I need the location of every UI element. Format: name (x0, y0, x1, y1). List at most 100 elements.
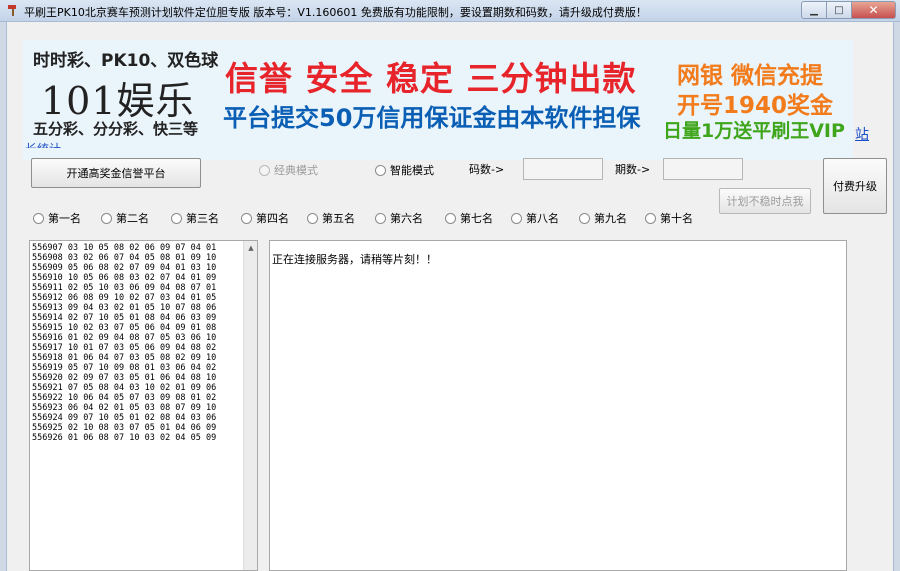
history-numbers: 10 06 04 05 07 03 09 08 01 02 (62, 393, 217, 403)
history-numbers: 06 04 02 01 05 03 08 07 09 10 (62, 403, 217, 413)
position-radio-8[interactable]: 第八名 (511, 210, 559, 226)
minimize-button[interactable]: ▁ (801, 1, 827, 19)
history-numbers: 01 06 04 07 03 05 08 02 09 10 (62, 353, 217, 363)
radio-dot (579, 212, 590, 224)
position-radio-4[interactable]: 第四名 (241, 210, 289, 226)
radio-dot (375, 164, 386, 176)
position-label: 第五名 (322, 212, 355, 225)
position-radio-1[interactable]: 第一名 (33, 210, 81, 226)
history-numbers: 09 04 03 02 01 05 10 07 08 06 (62, 303, 217, 313)
history-period: 556915 (32, 323, 63, 333)
radio-dot (645, 212, 656, 224)
position-radio-group: 第一名 第二名 第三名 第四名 第五名 第六名 第七名 第八名 第九名 第十名 (7, 210, 727, 226)
radio-dot (33, 212, 44, 224)
open-platform-button[interactable]: 开通高奖金信誉平台 (31, 158, 201, 188)
position-label: 第六名 (390, 212, 423, 225)
history-row: 556922 10 06 04 05 07 03 09 08 01 02 (32, 393, 242, 403)
radio-dot (259, 164, 270, 176)
history-row: 556909 05 06 08 02 07 09 04 01 03 10 (32, 263, 242, 273)
history-period: 556918 (32, 353, 63, 363)
stats-link[interactable]: 长统计 (25, 140, 61, 148)
radio-dot (375, 212, 386, 224)
position-radio-5[interactable]: 第五名 (307, 210, 355, 226)
scroll-up-arrow-icon[interactable]: ▲ (244, 241, 258, 255)
close-button[interactable]: ✕ (852, 1, 896, 19)
history-period: 556910 (32, 273, 63, 283)
history-row: 556907 03 10 05 08 02 06 09 07 04 01 (32, 243, 242, 253)
history-period: 556909 (32, 263, 63, 273)
position-label: 第四名 (256, 212, 289, 225)
history-numbers: 03 10 05 08 02 06 09 07 04 01 (62, 243, 217, 253)
history-period: 556907 (32, 243, 63, 253)
radio-dot (307, 212, 318, 224)
history-period: 556919 (32, 363, 63, 373)
history-row: 556918 01 06 04 07 03 05 08 02 09 10 (32, 353, 242, 363)
position-label: 第七名 (460, 212, 493, 225)
period-count-label: 期数-> (615, 163, 651, 176)
history-numbers: 02 10 08 03 07 05 01 04 06 09 (62, 423, 217, 433)
position-radio-6[interactable]: 第六名 (375, 210, 423, 226)
history-period: 556916 (32, 333, 63, 343)
position-label: 第十名 (660, 212, 693, 225)
history-row: 556914 02 07 10 05 01 08 04 06 03 09 (32, 313, 242, 323)
code-count-input[interactable] (523, 158, 603, 180)
history-period: 556921 (32, 383, 63, 393)
site-link[interactable]: 站 (855, 124, 869, 144)
history-numbers: 09 07 10 05 01 02 08 04 03 06 (62, 413, 217, 423)
position-label: 第三名 (186, 212, 219, 225)
banner-line3: 五分彩、分分彩、快三等 (33, 120, 199, 138)
position-radio-9[interactable]: 第九名 (579, 210, 627, 226)
main-window: 时时彩、PK10、双色球 101娱乐 五分彩、分分彩、快三等 信誉 安全 稳定 … (6, 22, 894, 571)
position-radio-7[interactable]: 第七名 (445, 210, 493, 226)
maximize-button[interactable]: □ (827, 1, 852, 19)
history-list[interactable]: 556907 03 10 05 08 02 06 09 07 04 01 5569… (29, 240, 258, 571)
history-numbers: 02 05 10 03 06 09 04 08 07 01 (62, 283, 217, 293)
history-row: 556913 09 04 03 02 01 05 10 07 08 06 (32, 303, 242, 313)
history-row: 556912 06 08 09 10 02 07 03 04 01 05 (32, 293, 242, 303)
position-label: 第二名 (116, 212, 149, 225)
history-numbers: 06 08 09 10 02 07 03 04 01 05 (62, 293, 217, 303)
history-period: 556922 (32, 393, 63, 403)
title-bar: 平刷王PK10北京赛车预测计划软件定位胆专版 版本号：V1.160601 免费版… (0, 0, 900, 22)
history-numbers: 10 05 06 08 03 02 07 04 01 09 (62, 273, 217, 283)
banner-slogan-orange2: 开号1940奖金 (677, 93, 834, 119)
mode-smart-label: 智能模式 (390, 164, 434, 177)
history-row: 556915 10 02 03 07 05 06 04 09 01 08 (32, 323, 242, 333)
position-radio-2[interactable]: 第二名 (101, 210, 149, 226)
history-numbers: 03 02 06 07 04 05 08 01 09 10 (62, 253, 217, 263)
history-scrollbar[interactable]: ▲ (243, 241, 257, 570)
history-row: 556908 03 02 06 07 04 05 08 01 09 10 (32, 253, 242, 263)
mode-classic-radio[interactable]: 经典模式 (259, 162, 318, 178)
output-textarea[interactable]: 正在连接服务器，请稍等片刻！！ (269, 240, 847, 571)
history-numbers: 02 09 07 03 05 01 06 04 08 10 (62, 373, 217, 383)
history-row: 556925 02 10 08 03 07 05 01 04 06 09 (32, 423, 242, 433)
radio-dot (511, 212, 522, 224)
mode-smart-radio[interactable]: 智能模式 (375, 162, 434, 178)
history-period: 556925 (32, 423, 63, 433)
period-count-input[interactable] (663, 158, 743, 180)
banner-slogan-green: 日量1万送平刷王VIP (663, 120, 845, 142)
position-label: 第九名 (594, 212, 627, 225)
position-radio-3[interactable]: 第三名 (171, 210, 219, 226)
history-row: 556911 02 05 10 03 06 09 04 08 07 01 (32, 283, 242, 293)
history-numbers: 01 02 09 04 08 07 05 03 06 10 (62, 333, 217, 343)
history-period: 556914 (32, 313, 63, 323)
window-title: 平刷王PK10北京赛车预测计划软件定位胆专版 版本号：V1.160601 免费版… (24, 6, 647, 19)
history-numbers: 02 07 10 05 01 08 04 06 03 09 (62, 313, 217, 323)
recalculate-button[interactable]: 计划不稳时点我 (719, 188, 811, 214)
history-row: 556916 01 02 09 04 08 07 05 03 06 10 (32, 333, 242, 343)
banner-line1: 时时彩、PK10、双色球 (33, 51, 219, 71)
ad-banner[interactable]: 时时彩、PK10、双色球 101娱乐 五分彩、分分彩、快三等 信誉 安全 稳定 … (23, 40, 853, 160)
history-period: 556926 (32, 433, 63, 443)
history-numbers: 01 06 08 07 10 03 02 04 05 09 (62, 433, 217, 443)
hammer-icon (8, 5, 16, 16)
position-radio-10[interactable]: 第十名 (645, 210, 693, 226)
history-row: 556910 10 05 06 08 03 02 07 04 01 09 (32, 273, 242, 283)
banner-slogan-blue: 平台提交50万信用保证金由本软件担保 (223, 104, 641, 132)
history-row: 556919 05 07 10 09 08 01 03 06 04 02 (32, 363, 242, 373)
history-row: 556923 06 04 02 01 05 03 08 07 09 10 (32, 403, 242, 413)
radio-dot (101, 212, 112, 224)
output-message: 正在连接服务器，请稍等片刻！！ (272, 253, 437, 266)
banner-slogan-red: 信誉 安全 稳定 三分钟出款 (225, 59, 637, 98)
upgrade-button[interactable]: 付费升级 (823, 158, 887, 214)
